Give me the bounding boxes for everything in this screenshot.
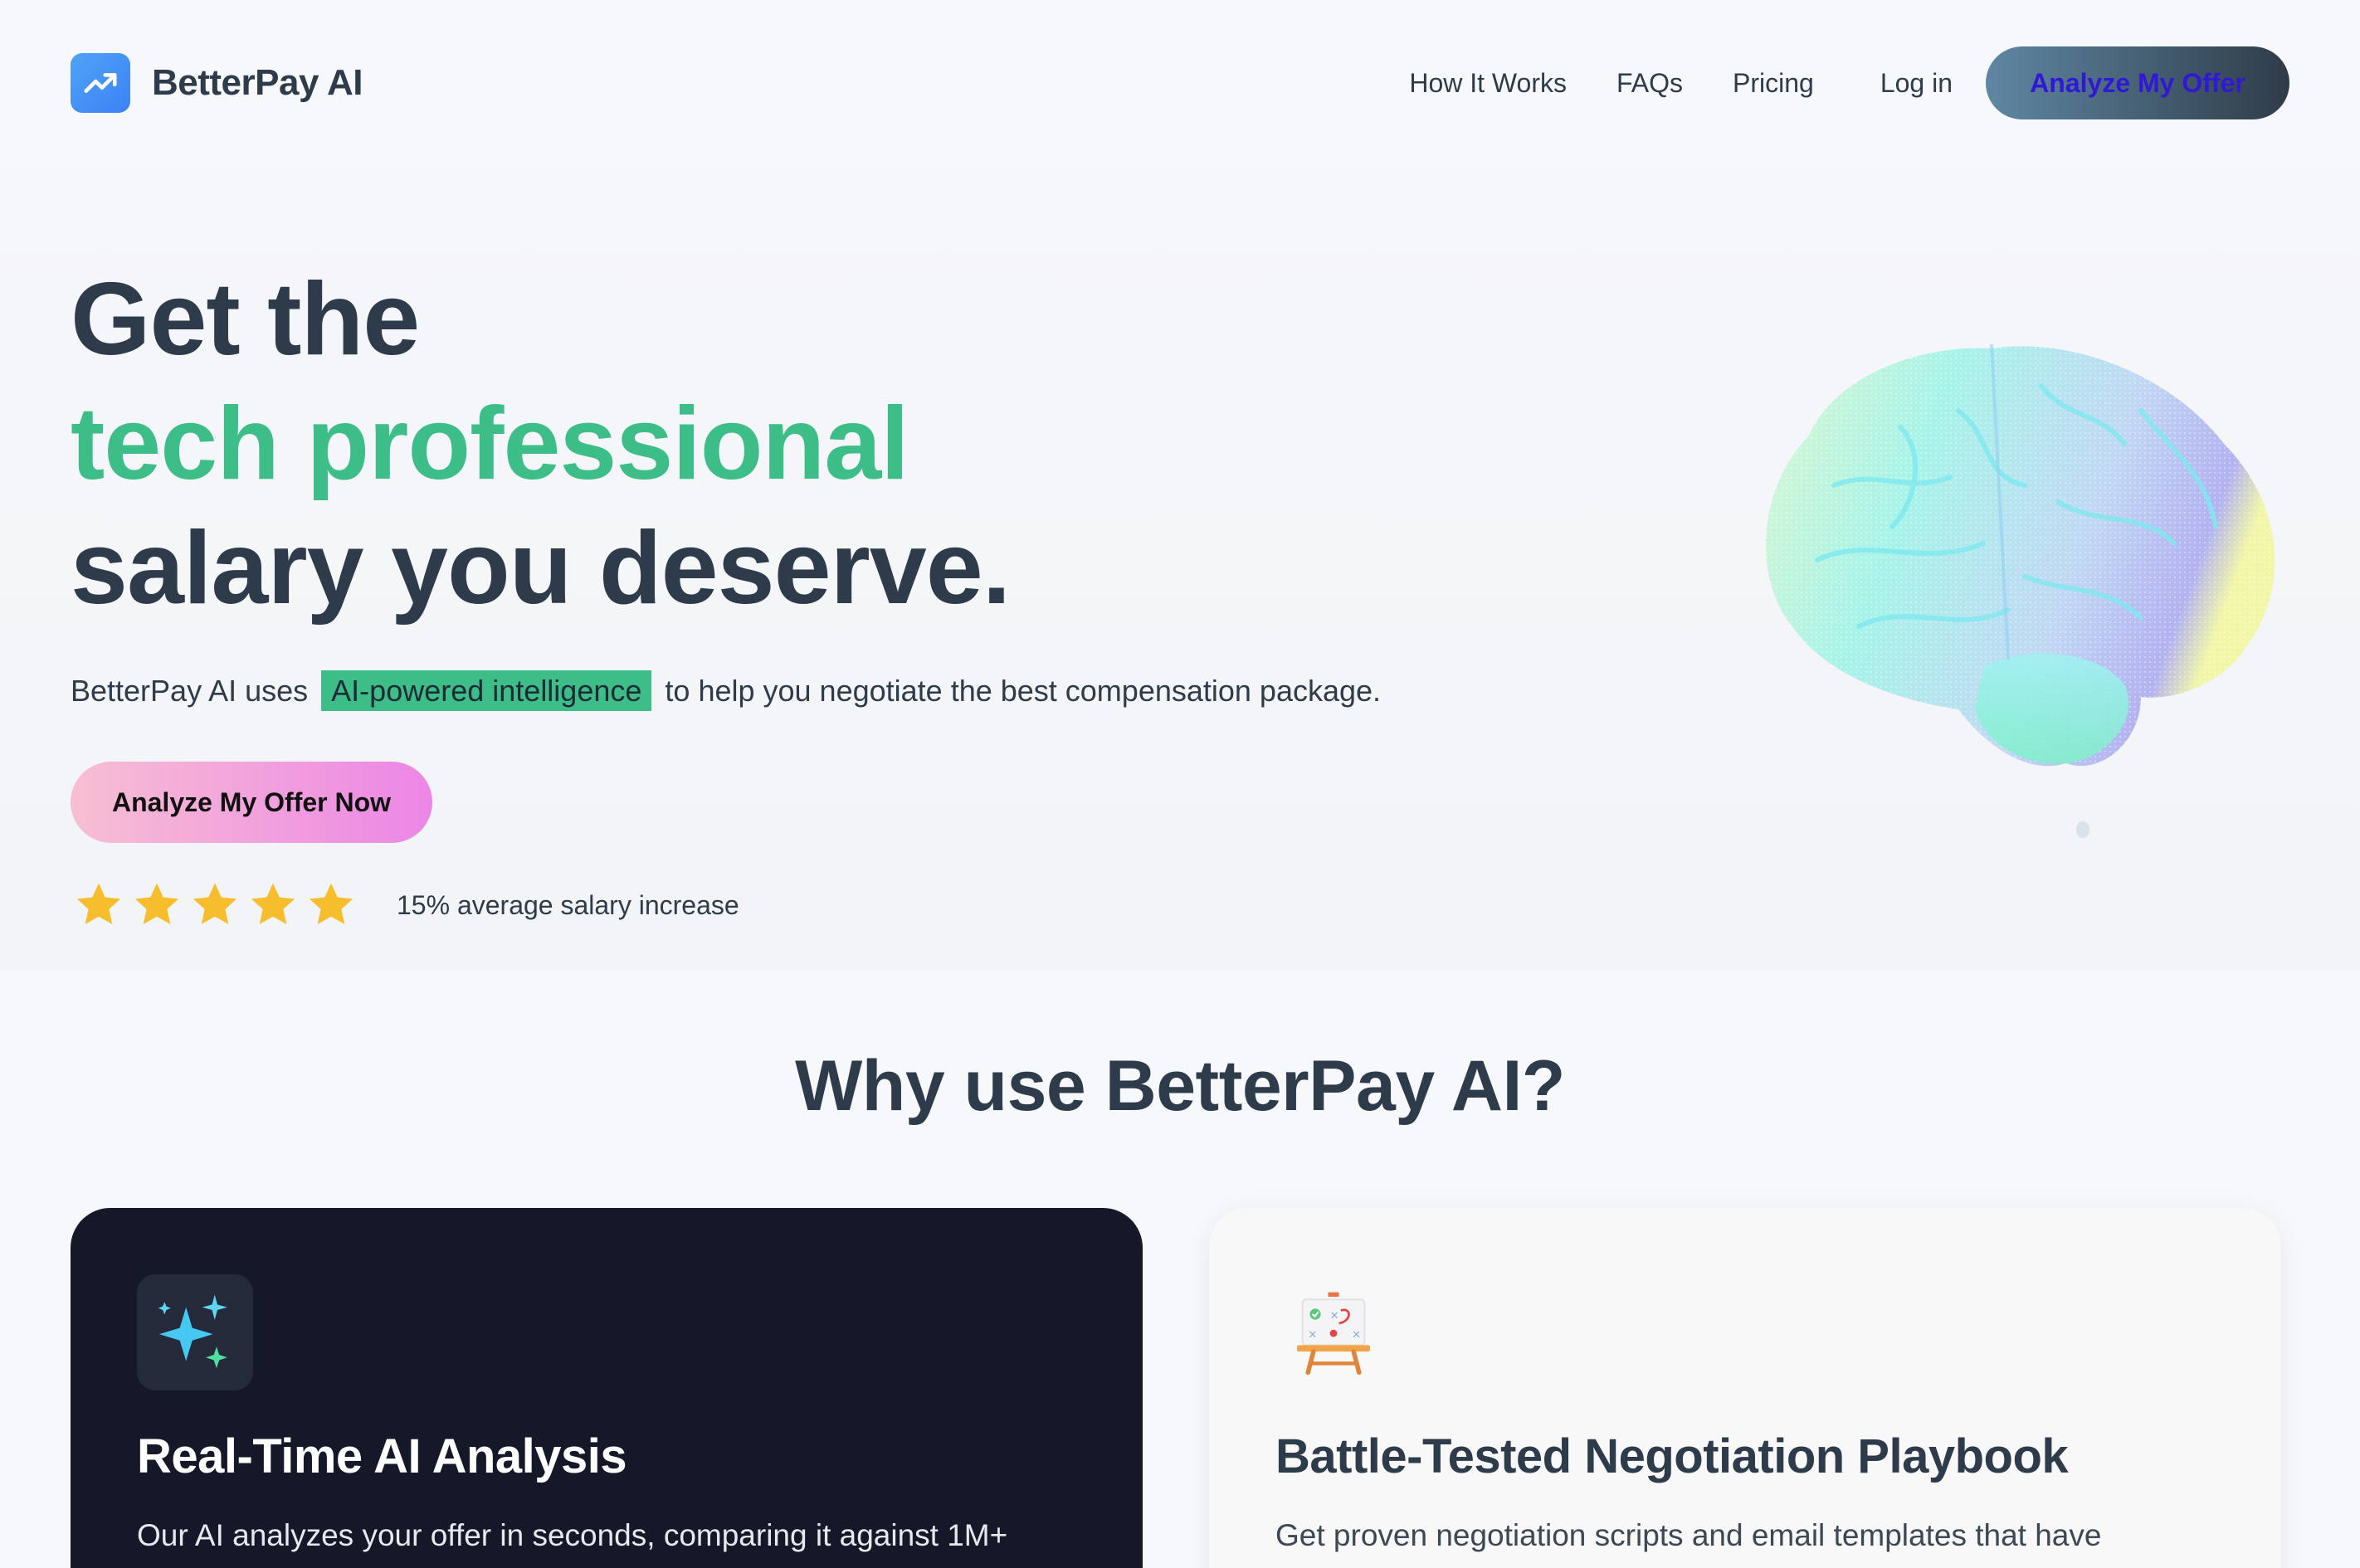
landing-page: BetterPay AI How It Works FAQs Pricing L… <box>0 0 2360 1568</box>
sparkles-icon <box>137 1274 253 1390</box>
trending-up-icon <box>71 53 130 113</box>
strategy-board-icon: × × × <box>1275 1274 1392 1390</box>
brand-name: BetterPay AI <box>152 62 363 103</box>
headline-line-1: Get the <box>71 262 420 377</box>
subtext-start: BetterPay AI uses <box>71 674 309 708</box>
hero-subtext: BetterPay AI uses AI-powered intelligenc… <box>71 670 1382 711</box>
svg-text:×: × <box>1330 1310 1339 1322</box>
main-nav: How It Works FAQs Pricing Log in Analyze… <box>1409 46 2289 119</box>
star-icon <box>309 883 354 924</box>
svg-text:×: × <box>1308 1329 1317 1342</box>
nav-pricing[interactable]: Pricing <box>1733 68 1814 99</box>
hero-section: Get the tech professional salary you des… <box>0 166 2360 971</box>
rating-caption: 15% average salary increase <box>397 889 739 920</box>
svg-text:×: × <box>1352 1329 1361 1342</box>
nav-faqs[interactable]: FAQs <box>1616 68 1683 99</box>
analyze-offer-now-button[interactable]: Analyze My Offer Now <box>71 762 432 843</box>
login-link[interactable]: Log in <box>1880 68 1953 99</box>
headline-line-3: salary you deserve. <box>71 511 1011 626</box>
headline-accent: tech professional <box>71 387 909 501</box>
star-icon <box>251 883 295 924</box>
star-rating <box>73 879 363 931</box>
nav-how-it-works[interactable]: How It Works <box>1409 68 1567 99</box>
star-icon <box>134 883 179 924</box>
brain-illustration <box>1765 343 2275 838</box>
why-section-title: Why use BetterPay AI? <box>795 1046 1565 1126</box>
feature-card-text: Our AI analyzes your offer in seconds, c… <box>137 1518 1008 1552</box>
site-header: BetterPay AI How It Works FAQs Pricing L… <box>0 0 2360 166</box>
feature-card-text: Get proven negotiation scripts and email… <box>1275 1518 2102 1552</box>
feature-card-playbook: × × × Battle-Tested Negotiation Playbook… <box>1209 1208 2281 1568</box>
feature-card-title: Battle-Tested Negotiation Playbook <box>1275 1429 2069 1483</box>
subtext-end: to help you negotiate the best compensat… <box>665 674 1382 708</box>
feature-card-ai-analysis: Real-Time AI Analysis Our AI analyzes yo… <box>71 1208 1143 1568</box>
hero-headline: Get the tech professional salary you des… <box>71 257 1011 631</box>
star-icon <box>76 883 121 924</box>
brand-logo[interactable]: BetterPay AI <box>71 53 363 113</box>
feature-card-title: Real-Time AI Analysis <box>137 1429 627 1483</box>
analyze-offer-nav-button[interactable]: Analyze My Offer <box>1986 46 2289 119</box>
rating-row: 15% average salary increase <box>73 879 739 931</box>
subtext-highlight: AI-powered intelligence <box>321 670 652 711</box>
star-icon <box>193 883 237 924</box>
